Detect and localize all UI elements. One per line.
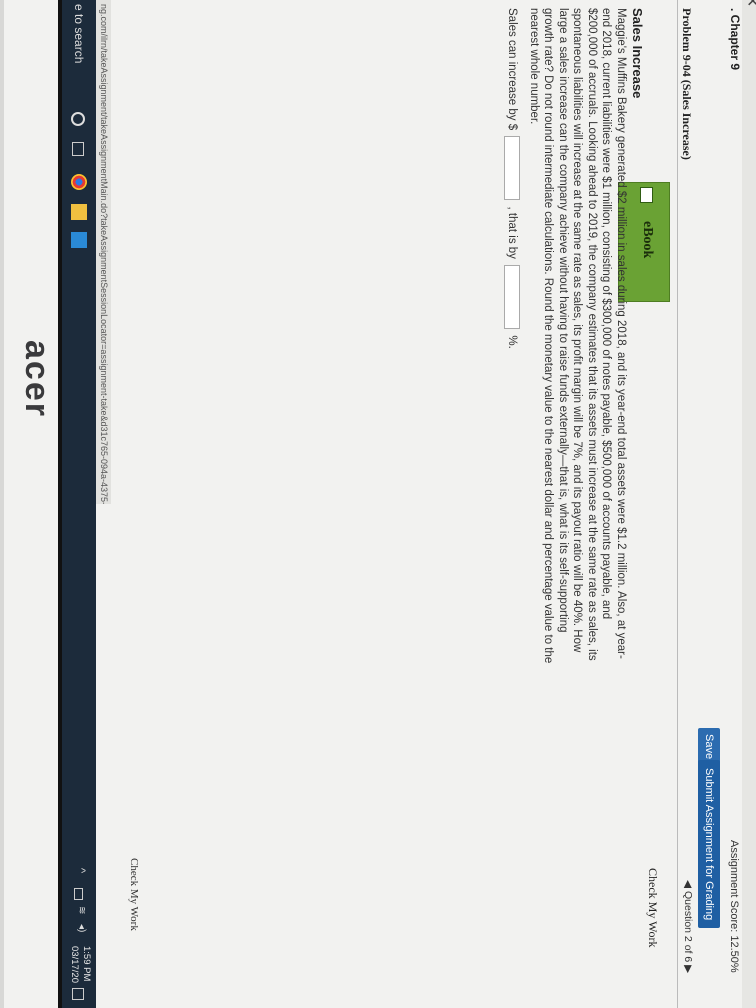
wifi-icon[interactable]: ≋ xyxy=(71,906,87,922)
ebook-icon xyxy=(640,187,653,203)
check-my-work-bottom-link[interactable]: Check My Work xyxy=(128,858,140,931)
problem-title: Problem 9-04 (Sales Increase) xyxy=(680,8,694,160)
task-view-icon[interactable] xyxy=(72,142,84,156)
divider xyxy=(677,0,678,1008)
assignment-score: Assignment Score: 12.50% xyxy=(728,840,740,973)
problem-text: Maggie's Muffins Bakery generated $2 mil… xyxy=(528,8,627,664)
chevron-up-icon[interactable]: ^ xyxy=(71,868,87,884)
top-strip xyxy=(742,0,756,1008)
photo-stage: ✕ . Chapter 9 Assignment Score: 12.50% S… xyxy=(0,0,756,1008)
answer-line: Sales can increase by $ , that is by %. xyxy=(504,8,520,349)
ebook-label: eBook xyxy=(640,221,655,259)
answer-suffix: %. xyxy=(505,335,518,349)
submit-assignment-button[interactable]: Submit Assignment for Grading xyxy=(698,760,720,929)
rotated-screen: ✕ . Chapter 9 Assignment Score: 12.50% S… xyxy=(0,0,756,1008)
dollar-input[interactable] xyxy=(504,136,520,201)
browser-page: ✕ . Chapter 9 Assignment Score: 12.50% S… xyxy=(4,0,756,1008)
cortana-icon[interactable] xyxy=(71,112,85,126)
volume-icon[interactable]: ◂) xyxy=(71,924,87,940)
notification-icon[interactable] xyxy=(72,988,84,1000)
windows-taskbar: e to search ^ ≋ ◂) 1:59 PM 03/17/20 xyxy=(62,0,96,1008)
mail-icon[interactable] xyxy=(71,232,87,248)
chrome-icon[interactable] xyxy=(71,174,87,190)
answer-prefix: Sales can increase by $ xyxy=(505,8,518,131)
chapter-title: . Chapter 9 xyxy=(728,8,742,71)
battery-icon xyxy=(74,888,83,900)
answer-mid: , that is by xyxy=(505,206,518,259)
percent-input[interactable] xyxy=(504,265,520,330)
clock-time: 1:59 PM xyxy=(81,946,92,982)
check-my-work-link[interactable]: Check My Work xyxy=(645,868,660,947)
search-box[interactable]: e to search xyxy=(72,4,86,63)
file-explorer-icon[interactable] xyxy=(71,204,87,220)
clock-date: 03/17/20 xyxy=(69,946,80,983)
brand-logo: acer xyxy=(18,340,56,418)
question-navigator[interactable]: ◀ Question 2 of 6 ▶ xyxy=(682,880,694,973)
clock[interactable]: 1:59 PM 03/17/20 xyxy=(68,946,92,983)
close-icon[interactable]: ✕ xyxy=(742,0,756,7)
section-title: Sales Increase xyxy=(630,8,645,99)
status-url: ng.com/ilrn/takeAssignment/takeAssignmen… xyxy=(96,0,111,504)
bezel-edge xyxy=(58,0,62,1008)
